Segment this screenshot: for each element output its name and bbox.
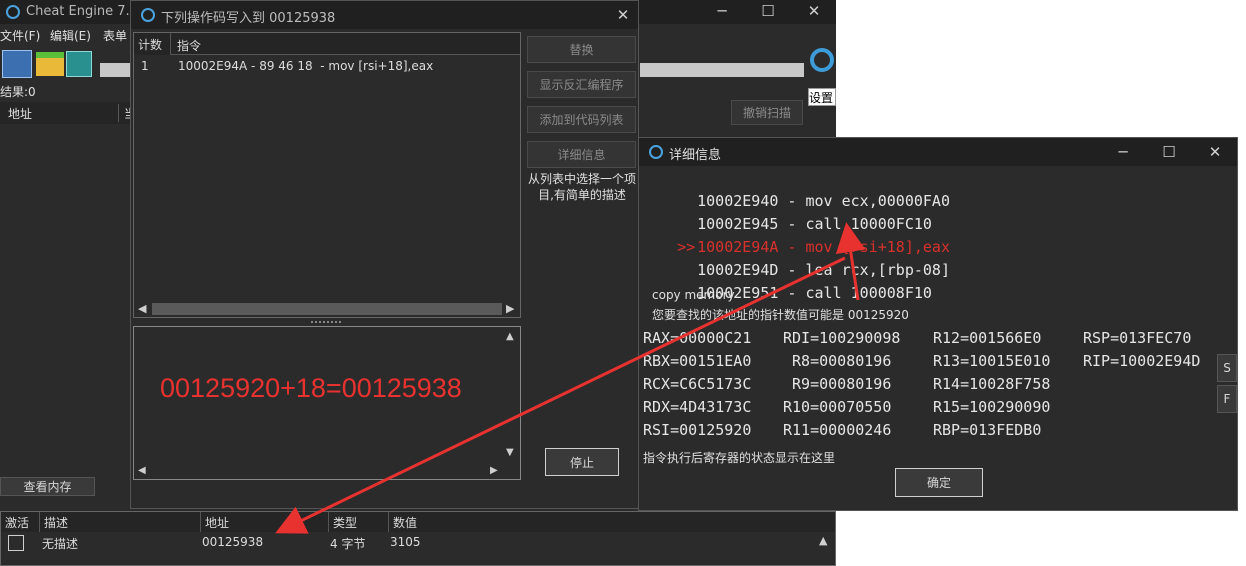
annotation-arrows	[275, 222, 866, 534]
arrow-to-address	[275, 256, 846, 534]
arrow-to-rsi	[835, 222, 866, 301]
